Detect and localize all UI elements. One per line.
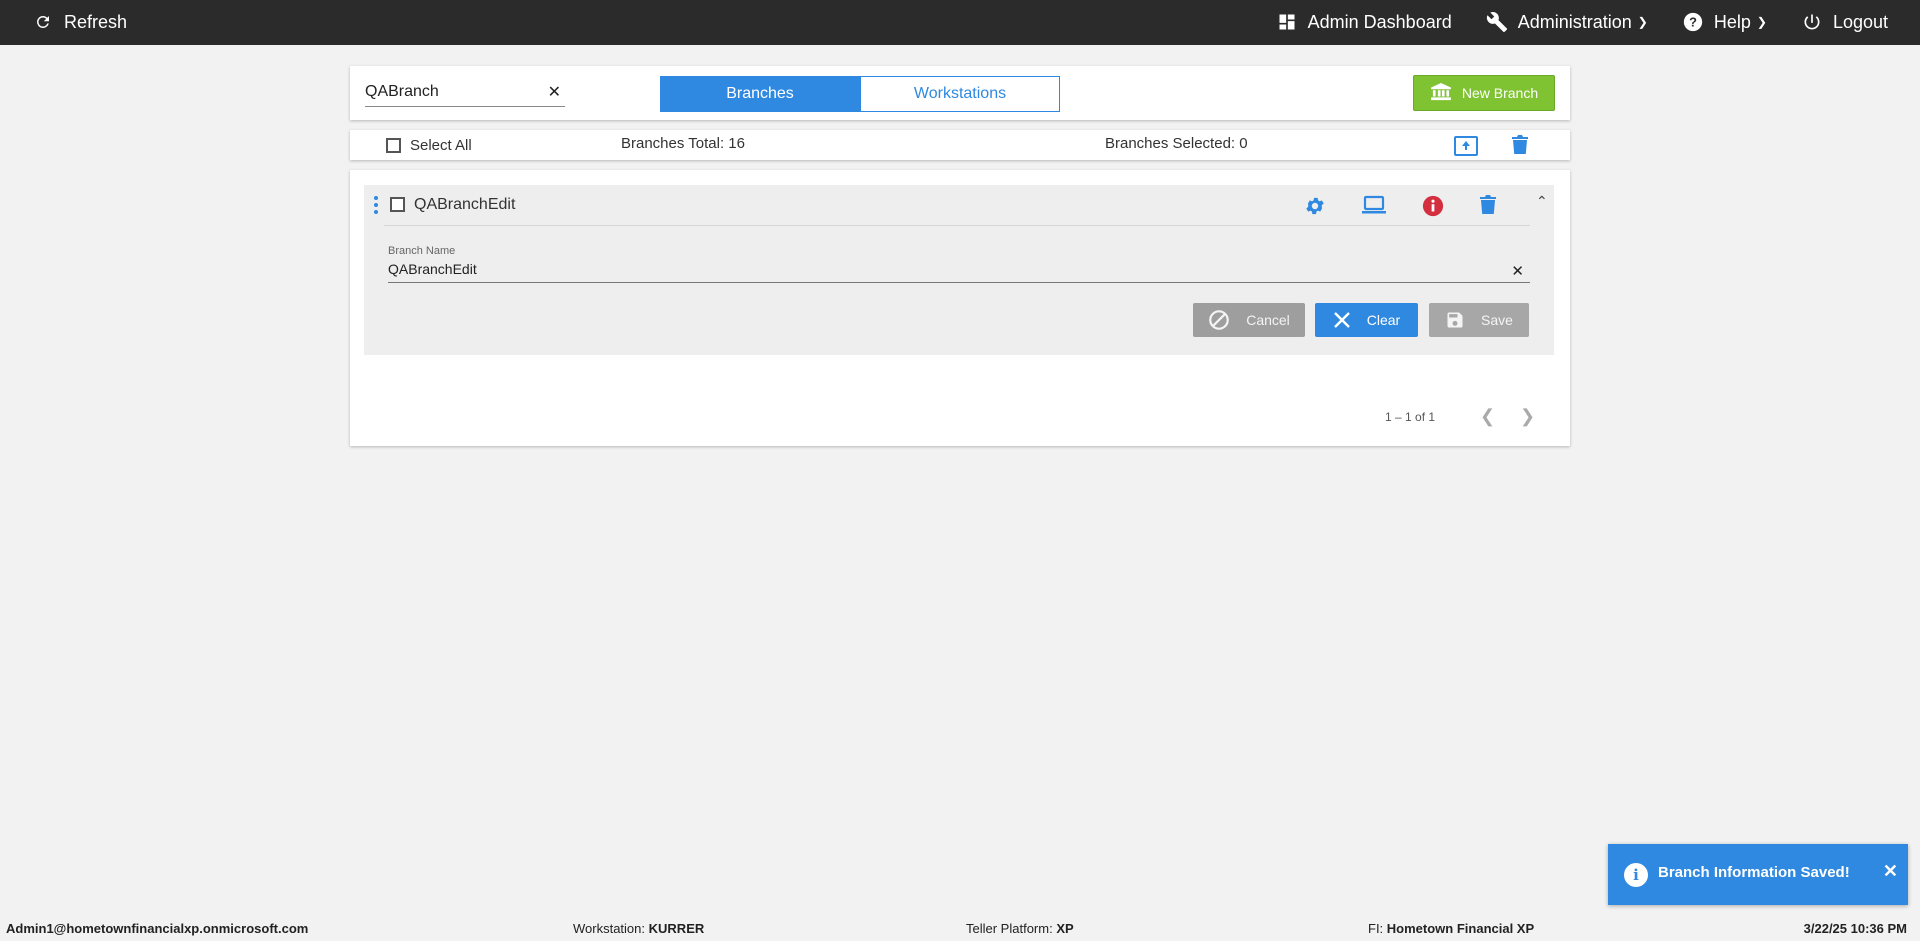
clear-field-icon[interactable]: ✕ [1511,262,1524,280]
help-menu[interactable]: ? Help ❯ [1682,11,1767,33]
clear-label: Clear [1366,312,1401,328]
refresh-button[interactable]: Refresh [32,11,127,33]
list-item: QABranchEdit ⌃ Branch Name QABranchEdit … [364,185,1554,355]
info-icon: i [1624,863,1648,887]
gear-icon [1306,197,1324,215]
power-icon [1801,11,1823,33]
pagination-range: 1 – 1 of 1 [1385,410,1436,424]
drag-handle-icon[interactable] [374,196,378,214]
chevron-down-icon: ❯ [1637,15,1648,29]
bank-icon [1430,82,1452,104]
view-toggle: Branches Workstations [660,76,1060,112]
trash-icon [1512,135,1528,154]
select-all-label: Select All [410,137,472,154]
trash-icon [1480,195,1496,214]
logout-button[interactable]: Logout [1801,11,1888,33]
chevron-left-icon[interactable]: ❮ [1480,406,1495,427]
save-icon [1447,312,1463,328]
new-branch-label: New Branch [1461,85,1539,101]
toast-notification: i Branch Information Saved! ✕ [1608,844,1908,905]
toast-message: Branch Information Saved! [1658,864,1850,881]
chevron-down-icon: ❯ [1756,15,1767,29]
close-icon[interactable]: ✕ [1883,861,1898,882]
close-icon [1333,312,1350,328]
refresh-icon [32,11,54,33]
admin-dashboard-link[interactable]: Admin Dashboard [1276,11,1452,33]
branch-name: QABranchEdit [414,196,516,213]
wrench-icon [1486,11,1508,33]
branch-name-value[interactable]: QABranchEdit [388,261,477,277]
laptop-icon [1362,195,1386,214]
status-platform: Teller Platform: XP [966,921,1074,936]
search-value[interactable]: QABranch [365,83,439,101]
clear-search-icon[interactable]: ✕ [548,82,561,102]
logout-label: Logout [1832,11,1888,32]
refresh-label: Refresh [64,11,128,32]
select-all-checkbox[interactable] [386,138,401,153]
branches-selected: Branches Selected: 0 [1105,135,1248,152]
save-button[interactable]: Save [1429,303,1529,337]
cancel-label: Cancel [1246,312,1290,328]
top-bar: Refresh Admin Dashboard Administration ❯… [0,0,1920,45]
dashboard-icon [1276,11,1298,33]
tab-branches[interactable]: Branches [660,76,860,112]
divider [384,225,1530,226]
branch-name-field[interactable]: QABranchEdit ✕ [388,261,1530,283]
upload-icon [1454,136,1478,156]
status-workstation: Workstation: KURRER [573,921,705,936]
delete-branch-button[interactable] [1480,195,1496,220]
select-all[interactable]: Select All [386,137,472,154]
clear-button[interactable]: Clear [1315,303,1418,337]
workstations-button[interactable] [1362,195,1386,220]
upload-button[interactable] [1454,136,1478,160]
cancel-icon [1209,310,1230,330]
summary-bar: Select All Branches Total: 16 Branches S… [350,130,1570,160]
cancel-button[interactable]: Cancel [1193,303,1305,337]
chevron-up-icon[interactable]: ⌃ [1536,193,1548,210]
info-icon [1422,195,1444,217]
new-branch-button[interactable]: New Branch [1413,75,1555,111]
info-button[interactable] [1422,195,1444,222]
status-bar: Admin1@hometownfinancialxp.onmicrosoft.c… [0,916,1920,941]
branch-name-label: Branch Name [388,245,456,257]
branch-toolbar: QABranch ✕ Branches Workstations New Bra… [350,66,1570,120]
delete-selected-button[interactable] [1512,135,1528,159]
search-input[interactable]: QABranch ✕ [365,79,565,107]
branch-list: QABranchEdit ⌃ Branch Name QABranchEdit … [350,170,1570,446]
status-fi: FI: Hometown Financial XP [1368,921,1535,936]
chevron-right-icon[interactable]: ❯ [1520,406,1535,427]
help-label: Help [1713,11,1751,32]
save-label: Save [1481,312,1513,328]
branch-checkbox[interactable] [390,197,405,212]
settings-button[interactable] [1304,195,1326,222]
administration-menu[interactable]: Administration ❯ [1486,11,1648,33]
status-user: Admin1@hometownfinancialxp.onmicrosoft.c… [6,921,309,936]
svg-text:?: ? [1689,15,1697,30]
status-datetime: 3/22/25 10:36 PM [1803,921,1907,936]
help-icon: ? [1682,11,1704,33]
administration-label: Administration [1517,11,1632,32]
admin-dashboard-label: Admin Dashboard [1307,11,1452,32]
branch-row-header: QABranchEdit ⌃ [364,185,1554,226]
tab-workstations[interactable]: Workstations [860,76,1060,112]
branches-total: Branches Total: 16 [621,135,745,152]
